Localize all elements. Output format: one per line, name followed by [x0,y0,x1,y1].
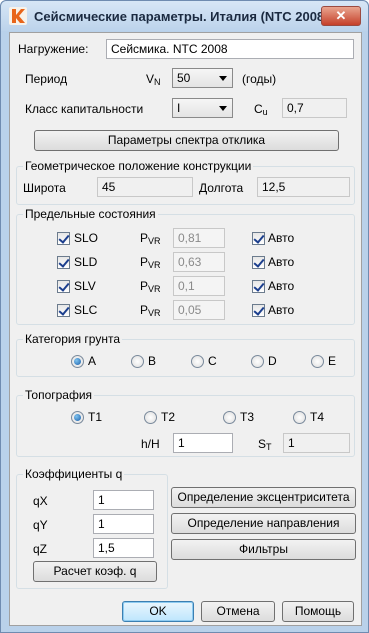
longitude-label: Долгота [199,181,244,195]
slv-label: SLV [74,279,96,293]
limit-states-legend: Предельные состояния [23,207,158,221]
class-select[interactable]: I [172,98,233,118]
topography-legend: Топография [23,388,95,402]
auto-label: Авто [268,279,295,293]
topo-label-t3: T3 [240,410,255,424]
latitude-value: 45 [97,177,193,197]
hh-input[interactable]: 1 [173,433,233,453]
sld-auto-checkbox[interactable] [252,256,265,269]
topo-label-t2: T2 [161,410,176,424]
pvr-symbol: PVR [140,279,161,294]
close-button[interactable]: ✕ [321,6,361,26]
period-select[interactable]: 50 [172,68,233,88]
slo-pvr-input[interactable]: 0,81 [173,228,225,248]
period-unit: (годы) [242,72,277,86]
sld-pvr-input[interactable]: 0,63 [173,252,225,272]
title-bar[interactable]: Сейсмические параметры. Италия (NTC 2008… [1,1,368,31]
soil-label-c: C [208,354,217,368]
slc-pvr-input[interactable]: 0,05 [173,300,225,320]
dialog-window: Сейсмические параметры. Италия (NTC 2008… [0,0,369,633]
window-title: Сейсмические параметры. Италия (NTC 2008… [34,9,329,24]
st-symbol: ST [258,437,272,452]
soil-category-group: Категория грунта A B C D E [16,332,355,377]
help-button[interactable]: Помощь [282,601,354,622]
slv-pvr-input[interactable]: 0,1 [173,276,225,296]
cu-value: 0,7 [282,98,347,118]
slo-checkbox[interactable] [57,232,70,245]
limit-states-group: Предельные состояния SLO PVR 0,81 Авто S… [16,207,355,325]
qx-input[interactable]: 1 [93,490,154,510]
latitude-label: Широта [23,181,66,195]
chevron-down-icon [219,76,227,81]
spectrum-parameters-button[interactable]: Параметры спектра отклика [34,130,339,151]
app-logo-icon [9,7,27,25]
qz-label: qZ [33,542,48,556]
class-label: Класс капитальности [25,102,144,116]
qz-input[interactable]: 1,5 [93,538,154,558]
vn-symbol: VN [146,72,161,87]
load-label: Нагружение: [18,42,89,56]
soil-radio-e[interactable] [311,355,324,368]
slc-auto-checkbox[interactable] [252,304,265,317]
soil-radio-a[interactable] [71,355,84,368]
topo-radio-t4[interactable] [293,411,306,424]
soil-label-a: A [88,354,97,368]
geo-position-group: Геометрическое положение конструкции Шир… [16,159,355,205]
slc-label: SLC [74,303,98,317]
slv-checkbox[interactable] [57,280,70,293]
sld-checkbox[interactable] [57,256,70,269]
dialog-client-area: Нагружение: Сейсмика. NTC 2008 Период VN… [9,32,362,626]
load-name-input[interactable]: Сейсмика. NTC 2008 [106,39,354,59]
soil-label-d: D [268,354,277,368]
auto-label: Авто [268,303,295,317]
topo-radio-t3[interactable] [223,411,236,424]
pvr-symbol: PVR [140,255,161,270]
topography-group: Топография T1 T2 T3 T4 h/H 1 ST 1 [16,388,355,457]
class-select-value: I [177,101,181,115]
st-value: 1 [283,433,350,453]
soil-label-b: B [148,354,157,368]
period-select-value: 50 [177,71,191,85]
soil-label-e: E [328,354,337,368]
eccentricity-button[interactable]: Определение эксцентриситета [171,487,356,508]
geo-position-legend: Геометрическое положение конструкции [23,159,254,173]
slo-auto-checkbox[interactable] [252,232,265,245]
direction-button[interactable]: Определение направления [171,513,356,534]
qy-input[interactable]: 1 [93,514,154,534]
hh-label: h/H [141,437,160,451]
longitude-value: 12,5 [257,177,350,197]
cu-symbol: Cu [254,102,268,117]
slo-label: SLO [74,231,99,245]
topo-label-t1: T1 [88,410,103,424]
filters-button[interactable]: Фильтры [171,539,356,560]
period-label: Период [25,72,68,86]
qx-label: qX [33,494,48,508]
chevron-down-icon [219,106,227,111]
cancel-button[interactable]: Отмена [201,601,275,622]
slv-auto-checkbox[interactable] [252,280,265,293]
topo-radio-t1[interactable] [71,411,84,424]
slc-checkbox[interactable] [57,304,70,317]
soil-category-legend: Категория грунта [23,332,123,346]
q-coefficients-legend: Коэффициенты q [23,467,125,481]
topo-label-t4: T4 [310,410,325,424]
soil-radio-c[interactable] [191,355,204,368]
pvr-symbol: PVR [140,303,161,318]
auto-label: Авто [268,231,295,245]
auto-label: Авто [268,255,295,269]
qy-label: qY [33,518,48,532]
topo-radio-t2[interactable] [144,411,157,424]
soil-radio-d[interactable] [251,355,264,368]
close-icon: ✕ [335,8,347,23]
soil-radio-b[interactable] [131,355,144,368]
calculate-q-button[interactable]: Расчет коэф. q [33,561,157,582]
ok-button[interactable]: OK [122,601,194,622]
q-coefficients-group: Коэффициенты q qX 1 qY 1 qZ 1,5 Расчет к… [16,467,168,589]
pvr-symbol: PVR [140,231,161,246]
sld-label: SLD [74,255,98,269]
